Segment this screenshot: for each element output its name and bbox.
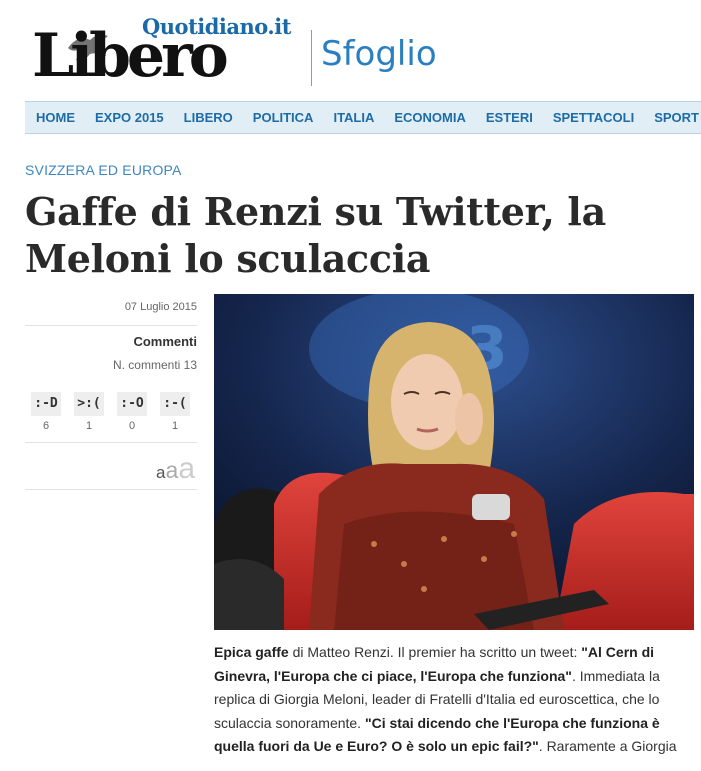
sidebar-divider <box>25 442 197 443</box>
article-photo[interactable]: 3 <box>214 294 694 630</box>
reaction-surprised-icon[interactable]: :-O <box>117 392 147 416</box>
font-size-small-button[interactable]: a <box>156 463 165 483</box>
reaction-sad-icon[interactable]: :-( <box>160 392 190 416</box>
photo-icon: 3 <box>214 294 694 630</box>
publish-date: 07 Luglio 2015 <box>124 301 197 313</box>
reaction-angry-count: 1 <box>85 420 93 432</box>
article-title-line1: Gaffe di Renzi su Twitter, la <box>25 189 606 234</box>
site-header: Quotidiano.it Libero Sfoglio <box>0 0 701 98</box>
body-text: . Raramente a Giorgia <box>538 738 677 754</box>
comments-heading[interactable]: Commenti <box>133 334 197 349</box>
reaction-angry[interactable]: >:( 1 <box>74 392 104 432</box>
sidebar-divider <box>25 325 197 326</box>
article-title: Gaffe di Renzi su Twitter, la Meloni lo … <box>25 188 685 282</box>
main-navigation: HOME EXPO 2015 LIBERO POLITICA ITALIA EC… <box>25 101 701 134</box>
article-title-line2: Meloni lo sculaccia <box>25 236 431 281</box>
libero-logo[interactable]: Quotidiano.it Libero <box>30 10 302 90</box>
nav-item-economia[interactable]: ECONOMIA <box>394 110 466 125</box>
article-body: Epica gaffe di Matteo Renzi. Il premier … <box>214 641 694 759</box>
nav-item-esteri[interactable]: ESTERI <box>486 110 533 125</box>
reaction-bar: :-D 6 >:( 1 :-O 0 :-( 1 <box>31 392 197 432</box>
font-size-large-button[interactable]: a <box>178 452 195 486</box>
reaction-laugh[interactable]: :-D 6 <box>31 392 61 432</box>
nav-item-sport[interactable]: SPORT <box>654 110 699 125</box>
reaction-laugh-count: 6 <box>42 420 50 432</box>
nav-item-politica[interactable]: POLITICA <box>253 110 314 125</box>
comments-count[interactable]: N. commenti 13 <box>113 358 197 372</box>
logo-title: Libero <box>32 21 229 91</box>
nav-item-expo-2015[interactable]: EXPO 2015 <box>95 110 164 125</box>
reaction-angry-icon[interactable]: >:( <box>74 392 104 416</box>
nav-item-spettacoli[interactable]: SPETTACOLI <box>553 110 634 125</box>
body-emphasis: Epica gaffe <box>214 644 289 660</box>
article-category[interactable]: SVIZZERA ED EUROPA <box>25 162 182 178</box>
reaction-laugh-icon[interactable]: :-D <box>31 392 61 416</box>
reaction-surprised-count: 0 <box>128 420 136 432</box>
sidebar-divider <box>25 489 197 490</box>
nav-item-italia[interactable]: ITALIA <box>333 110 374 125</box>
nav-item-libero[interactable]: LIBERO <box>184 110 233 125</box>
section-title[interactable]: Sfoglio <box>321 33 437 75</box>
body-text: di Matteo Renzi. Il premier ha scritto u… <box>288 644 582 660</box>
font-size-control: aaa <box>156 452 195 486</box>
font-size-medium-button[interactable]: a <box>166 457 179 484</box>
reaction-sad-count: 1 <box>171 420 179 432</box>
reaction-sad[interactable]: :-( 1 <box>160 392 190 432</box>
header-divider <box>311 30 312 86</box>
nav-item-home[interactable]: HOME <box>36 110 75 125</box>
article-sidebar: 07 Luglio 2015 Commenti N. commenti 13 :… <box>25 294 197 494</box>
reaction-surprised[interactable]: :-O 0 <box>117 392 147 432</box>
